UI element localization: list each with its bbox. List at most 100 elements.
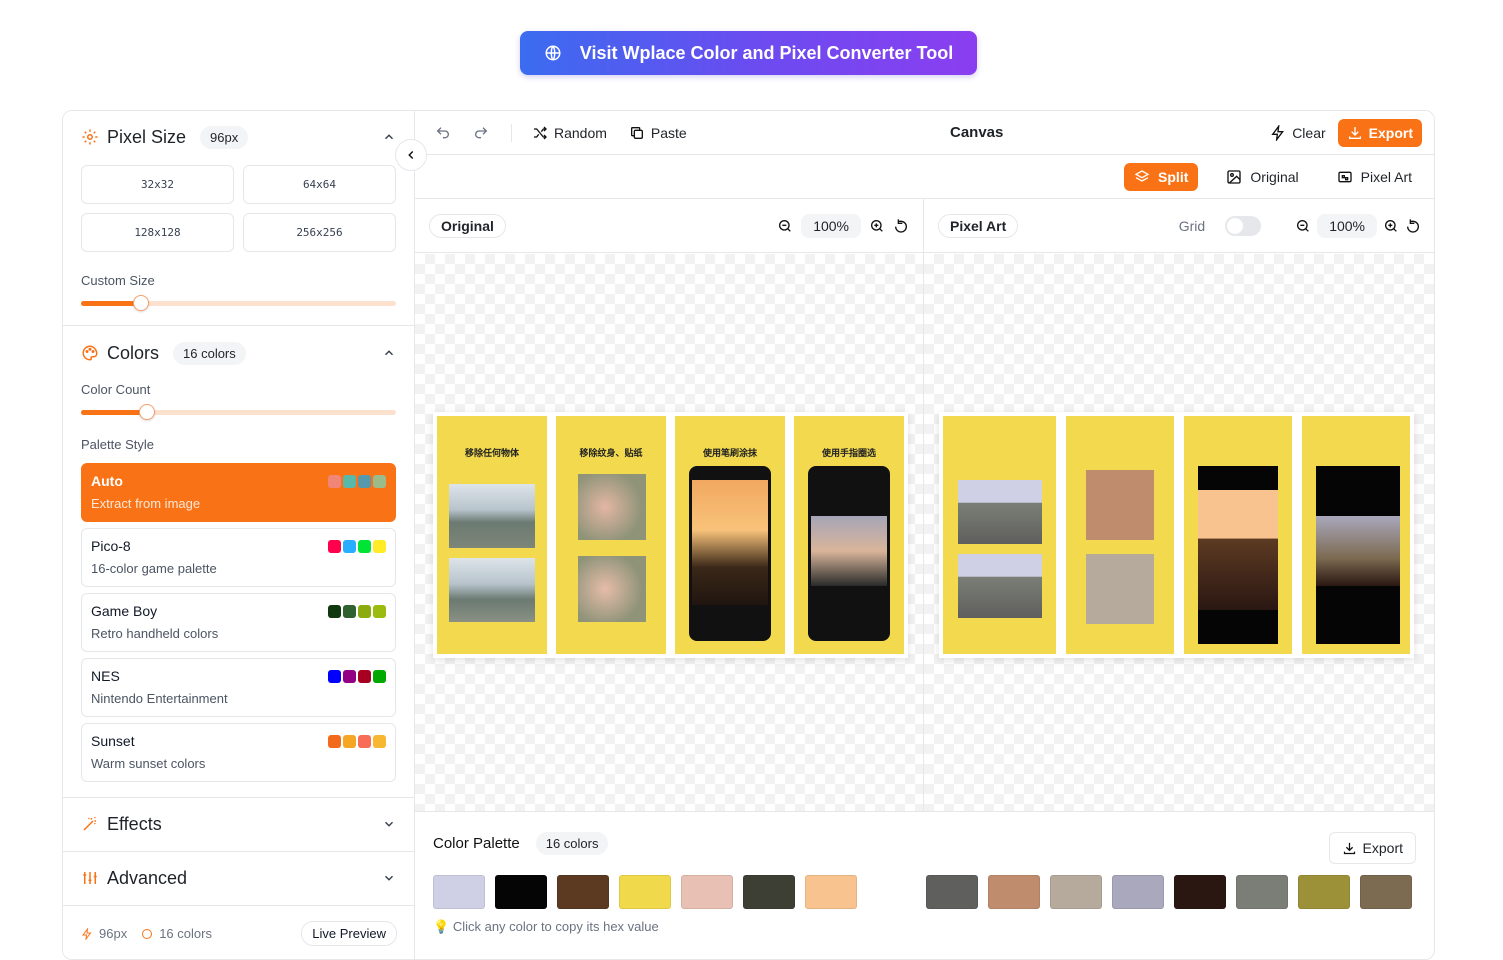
original-label: Original — [1250, 168, 1299, 185]
random-label: Random — [554, 124, 607, 141]
color-swatch[interactable] — [1050, 875, 1102, 909]
pixel-art-view-button[interactable]: Pixel Art — [1327, 163, 1422, 191]
palette-swatch — [373, 605, 386, 618]
reset-icon[interactable] — [893, 218, 909, 234]
main-area: Random Paste Canvas Clear Export Split O… — [415, 111, 1434, 959]
size-64-button[interactable]: 64x64 — [243, 165, 396, 204]
color-swatch[interactable] — [1174, 875, 1226, 909]
gear-icon — [82, 129, 98, 145]
palette-option[interactable]: Sunset Warm sunset colors — [81, 723, 396, 782]
zoom-out-icon[interactable] — [1295, 218, 1311, 234]
grid-label: Grid — [1178, 217, 1206, 234]
size-256-button[interactable]: 256x256 — [243, 213, 396, 252]
palette-swatch — [358, 735, 371, 748]
split-view-button[interactable]: Split — [1124, 162, 1199, 191]
pixel-size-header[interactable]: Pixel Size 96px — [63, 111, 414, 163]
palette-swatches — [328, 540, 386, 553]
visit-converter-button[interactable]: Visit Wplace Color and Pixel Converter T… — [520, 31, 977, 75]
undo-button[interactable] — [435, 125, 451, 141]
advanced-section[interactable]: Advanced — [63, 852, 414, 906]
pixel-art-canvas[interactable] — [924, 254, 1434, 811]
chevron-down-icon[interactable] — [382, 871, 396, 885]
original-canvas[interactable]: 移除任何物体 移除纹身、贴纸 使用笔刷涂抹 使用手指圈选 — [415, 254, 923, 811]
color-swatch[interactable] — [1360, 875, 1412, 909]
live-preview-badge[interactable]: Live Preview — [301, 921, 397, 946]
color-swatch[interactable] — [988, 875, 1040, 909]
palette-swatch — [343, 540, 356, 553]
zoom-in-icon[interactable] — [1383, 218, 1399, 234]
palette-desc: Warm sunset colors — [91, 756, 206, 771]
paste-label: Paste — [650, 124, 687, 141]
collapse-sidebar-button[interactable] — [395, 139, 427, 171]
footer-pixels: 96px — [99, 926, 128, 941]
size-128-button[interactable]: 128x128 — [81, 213, 234, 252]
zoom-out-icon[interactable] — [777, 218, 793, 234]
redo-icon — [475, 126, 488, 138]
custom-size-knob[interactable] — [133, 295, 150, 311]
color-count-knob[interactable] — [139, 404, 156, 420]
chevron-up-icon[interactable] — [382, 130, 396, 144]
pixel-size-section: Pixel Size 96px 32x32 64x64 128x128 256x… — [63, 111, 414, 326]
canvas-title: Canvas — [950, 124, 1004, 141]
layers-icon — [1134, 169, 1150, 182]
colors-title: Colors — [107, 342, 160, 363]
color-swatch[interactable] — [805, 875, 857, 909]
pixel-art-image — [939, 412, 1414, 658]
image-icon — [1227, 169, 1242, 184]
original-pane-label: Original — [429, 213, 506, 238]
chevron-down-icon[interactable] — [382, 817, 396, 831]
original-zoom-value: 100% — [801, 213, 861, 238]
color-swatch[interactable] — [926, 875, 978, 909]
color-swatch[interactable] — [1112, 875, 1164, 909]
random-button[interactable]: Random — [532, 125, 607, 141]
palette-option[interactable]: Pico-8 16-color game palette — [81, 528, 396, 587]
zoom-in-icon[interactable] — [869, 218, 885, 234]
color-swatch[interactable] — [1298, 875, 1350, 909]
palette-swatch — [343, 605, 356, 618]
pixel-pane-label: Pixel Art — [938, 213, 1019, 238]
color-count-label: Color Count — [81, 382, 151, 397]
color-swatch[interactable] — [557, 875, 609, 909]
advanced-header[interactable]: Advanced — [63, 852, 414, 904]
palette-swatch — [358, 475, 371, 488]
color-swatch[interactable] — [743, 875, 795, 909]
palette-option[interactable]: Game Boy Retro handheld colors — [81, 593, 396, 652]
color-swatch[interactable] — [433, 875, 485, 909]
size-32-button[interactable]: 32x32 — [81, 165, 234, 204]
color-swatch[interactable] — [1236, 875, 1288, 909]
color-count-slider[interactable] — [81, 404, 396, 420]
bolt-icon — [1271, 124, 1285, 141]
colors-badge: 16 colors — [173, 341, 246, 365]
custom-size-slider[interactable] — [81, 295, 396, 311]
palette-export-label: Export — [1362, 840, 1403, 856]
color-swatch[interactable] — [619, 875, 671, 909]
pixel-size-title: Pixel Size — [107, 126, 187, 147]
chevron-up-icon[interactable] — [382, 346, 396, 360]
palette-export-button[interactable]: Export — [1328, 832, 1416, 864]
reset-icon[interactable] — [1405, 218, 1421, 234]
palette-option[interactable]: Auto Extract from image — [81, 463, 396, 522]
palette-swatch — [373, 475, 386, 488]
colors-section: Colors 16 colors Color Count Palette Sty… — [63, 327, 414, 798]
colors-header[interactable]: Colors 16 colors — [63, 327, 414, 379]
paste-button[interactable]: Paste — [629, 125, 687, 141]
palette-desc: 16-color game palette — [91, 561, 217, 576]
effects-section[interactable]: Effects — [63, 798, 414, 852]
magic-wand-icon — [83, 816, 96, 831]
palette-desc: Extract from image — [91, 496, 201, 511]
clear-button[interactable]: Clear — [1270, 124, 1326, 141]
globe-icon — [545, 45, 561, 61]
redo-button[interactable] — [473, 125, 489, 141]
original-view-button[interactable]: Original — [1216, 163, 1308, 191]
grid-toggle[interactable] — [1225, 215, 1262, 236]
effects-header[interactable]: Effects — [63, 798, 414, 850]
color-swatch[interactable] — [681, 875, 733, 909]
palette-option[interactable]: NES Nintendo Entertainment — [81, 658, 396, 717]
color-swatch[interactable] — [495, 875, 547, 909]
palette-swatch — [343, 670, 356, 683]
pixel-image-icon — [1337, 171, 1352, 182]
export-button[interactable]: Export — [1337, 118, 1422, 147]
palette-swatch — [328, 605, 341, 618]
visit-converter-label: Visit Wplace Color and Pixel Converter T… — [579, 42, 954, 63]
palette-icon — [82, 345, 98, 361]
